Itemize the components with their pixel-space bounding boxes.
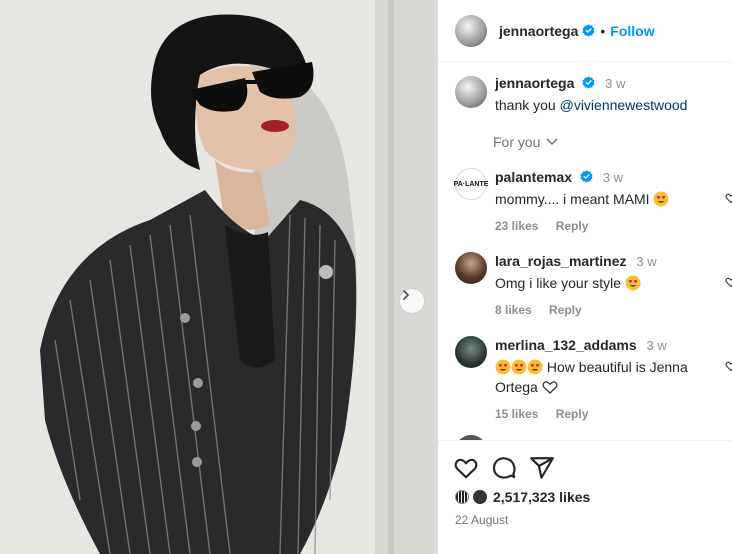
next-arrow-icon — [403, 290, 409, 300]
liker-avatar — [473, 490, 487, 504]
heart-eyes-emoji-icon — [653, 191, 669, 207]
likes-row[interactable]: 2,517,323 likes — [455, 489, 590, 505]
caption-avatar[interactable] — [455, 76, 487, 108]
share-icon[interactable] — [529, 455, 555, 481]
for-you-toggle[interactable]: For you — [493, 134, 558, 150]
caption-time: 3 w — [605, 76, 626, 91]
comment-item: lara_rojas_martinez 3 w Omg i like your … — [455, 252, 732, 317]
like-comment-heart-icon[interactable] — [725, 276, 732, 288]
verified-badge-icon — [582, 76, 595, 89]
next-photo-button[interactable] — [399, 288, 425, 314]
author-avatar[interactable] — [455, 14, 487, 47]
comment-likes[interactable]: 23 likes — [495, 219, 538, 233]
white-heart-emoji-icon — [542, 381, 558, 394]
comment-item: merlina_132_addams 3 w How beautiful is … — [455, 336, 732, 421]
photo-illustration — [0, 0, 437, 554]
post-photo[interactable] — [0, 0, 437, 554]
chevron-down-icon — [546, 138, 558, 145]
author-username[interactable]: jennaortega — [499, 23, 578, 39]
commenter-avatar[interactable] — [455, 336, 487, 368]
liker-avatar — [455, 490, 469, 504]
post-header: jennaortega • Follow — [438, 0, 732, 62]
like-comment-heart-icon[interactable] — [725, 192, 732, 204]
comment-item: PA·LANTE palantemax 3 w mommy.... i mean… — [454, 168, 732, 233]
like-comment-heart-icon[interactable] — [725, 360, 732, 372]
post-side-panel: jennaortega • Follow jennaortega 3 w tha… — [437, 0, 732, 554]
for-you-label: For you — [493, 134, 541, 150]
follow-button[interactable]: Follow — [610, 23, 654, 39]
comment-time: 3 w — [636, 254, 657, 269]
comment-time: 3 w — [602, 170, 624, 185]
commenter-username[interactable]: merlina_132_addams — [495, 337, 637, 353]
post-actions: 2,517,323 likes 22 August — [438, 440, 732, 527]
comment-icon[interactable] — [491, 455, 517, 481]
reply-button[interactable]: Reply — [556, 407, 589, 421]
commenter-username[interactable]: palantemax — [495, 169, 572, 185]
heart-eyes-emoji-icon — [495, 359, 511, 375]
heart-eyes-emoji-icon — [625, 275, 641, 291]
separator-dot: • — [600, 22, 606, 39]
heart-eyes-emoji-icon — [527, 359, 543, 375]
reply-button[interactable]: Reply — [549, 303, 582, 317]
post-caption: jennaortega 3 w thank you @viviennewestw… — [455, 74, 687, 115]
heart-eyes-emoji-icon — [511, 359, 527, 375]
reply-button[interactable]: Reply — [556, 219, 589, 233]
caption-text: thank you — [495, 97, 560, 113]
comment-text: mommy.... i meant MAMI — [495, 191, 650, 207]
caption-username[interactable]: jennaortega — [495, 75, 574, 91]
commenter-username[interactable]: lara_rojas_martinez — [495, 253, 627, 269]
comment-time: 3 w — [646, 338, 667, 353]
verified-badge-icon — [582, 24, 595, 37]
comment-likes[interactable]: 15 likes — [495, 407, 538, 421]
comments-list[interactable]: jennaortega 3 w thank you @viviennewestw… — [438, 62, 732, 440]
comment-text: Omg i like your style — [495, 275, 622, 291]
commenter-avatar[interactable]: PA·LANTE — [454, 168, 488, 200]
caption-mention[interactable]: @viviennewestwood — [560, 97, 688, 113]
commenter-avatar[interactable] — [455, 252, 487, 284]
likes-count[interactable]: 2,517,323 likes — [493, 489, 590, 505]
post-date: 22 August — [455, 513, 509, 527]
heart-icon[interactable] — [453, 455, 479, 481]
comment-likes[interactable]: 8 likes — [495, 303, 532, 317]
verified-badge-icon — [580, 170, 593, 183]
